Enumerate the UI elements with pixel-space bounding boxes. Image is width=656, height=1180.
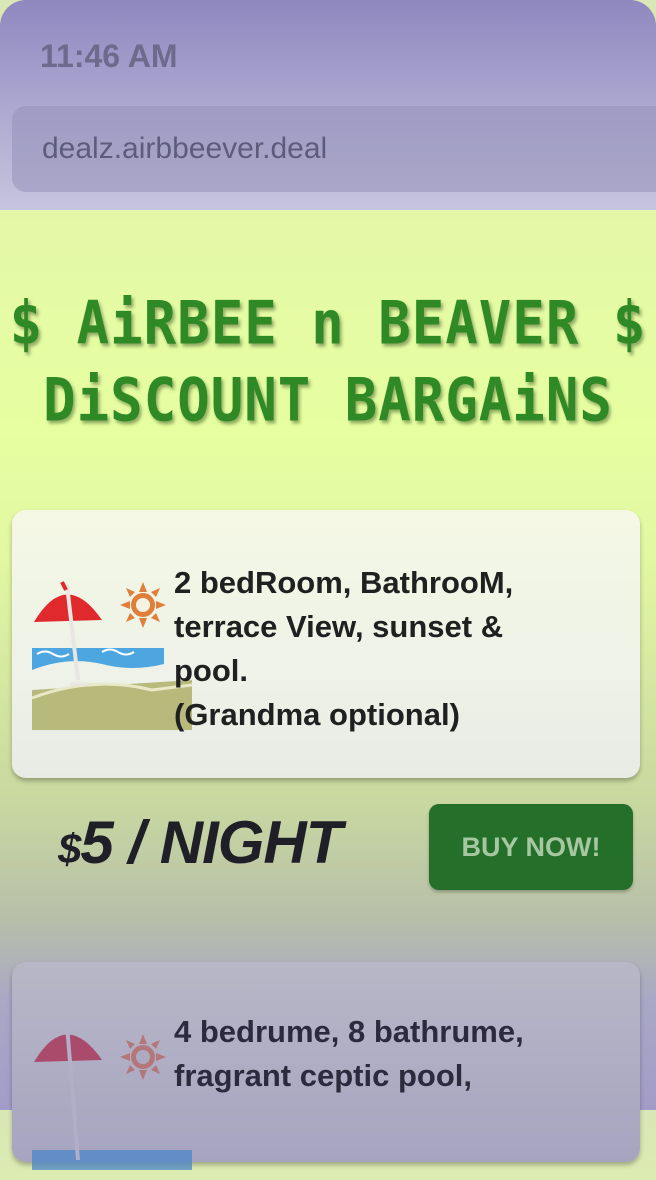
- headline-line-1: $ AiRBEE n BEAVER $: [9, 288, 647, 358]
- beach-umbrella-icon: [34, 1024, 102, 1161]
- listing-price: $5 / NIGHT: [58, 808, 342, 877]
- browser-top-bar: 11:46 AM dealz.airbbeever.deal: [0, 0, 656, 210]
- listing-description: 2 bedRoom, BathrooM, terrace View, sunse…: [174, 561, 513, 737]
- status-time: 11:46 AM: [40, 38, 178, 74]
- description-line: terrace View, sunset &: [174, 609, 504, 644]
- description-line: (Grandma optional): [174, 697, 460, 732]
- beach-scene-icon: [32, 581, 192, 730]
- beach-umbrella-icon: [34, 581, 102, 686]
- description-line: 4 bedrume, 8 bathrume,: [174, 1014, 524, 1049]
- description-line: fragrant ceptic pool,: [174, 1058, 472, 1093]
- sun-icon: [120, 582, 166, 628]
- headline-line-2: DiSCOUNT BARGAiNS: [43, 365, 613, 435]
- price-currency: $: [58, 825, 81, 872]
- url-text[interactable]: dealz.airbbeever.deal: [42, 132, 327, 166]
- sun-icon: [120, 1034, 166, 1080]
- beach-scene-icon: [32, 1024, 192, 1170]
- buy-now-button[interactable]: BUY NOW!: [429, 804, 633, 890]
- address-bar[interactable]: dealz.airbbeever.deal: [12, 106, 656, 192]
- listing-card[interactable]: 2 bedRoom, BathrooM, terrace View, sunse…: [12, 510, 640, 778]
- description-line: pool.: [174, 653, 249, 688]
- description-line: 2 bedRoom, BathrooM,: [174, 565, 514, 600]
- listing-description: 4 bedrume, 8 bathrume, fragrant ceptic p…: [174, 1010, 524, 1098]
- listing-card[interactable]: 4 bedrume, 8 bathrume, fragrant ceptic p…: [12, 962, 640, 1170]
- page-headline: $ AiRBEE n BEAVER $ DiSCOUNT BARGAiNS: [0, 285, 656, 439]
- price-amount: 5 / NIGHT: [80, 809, 342, 876]
